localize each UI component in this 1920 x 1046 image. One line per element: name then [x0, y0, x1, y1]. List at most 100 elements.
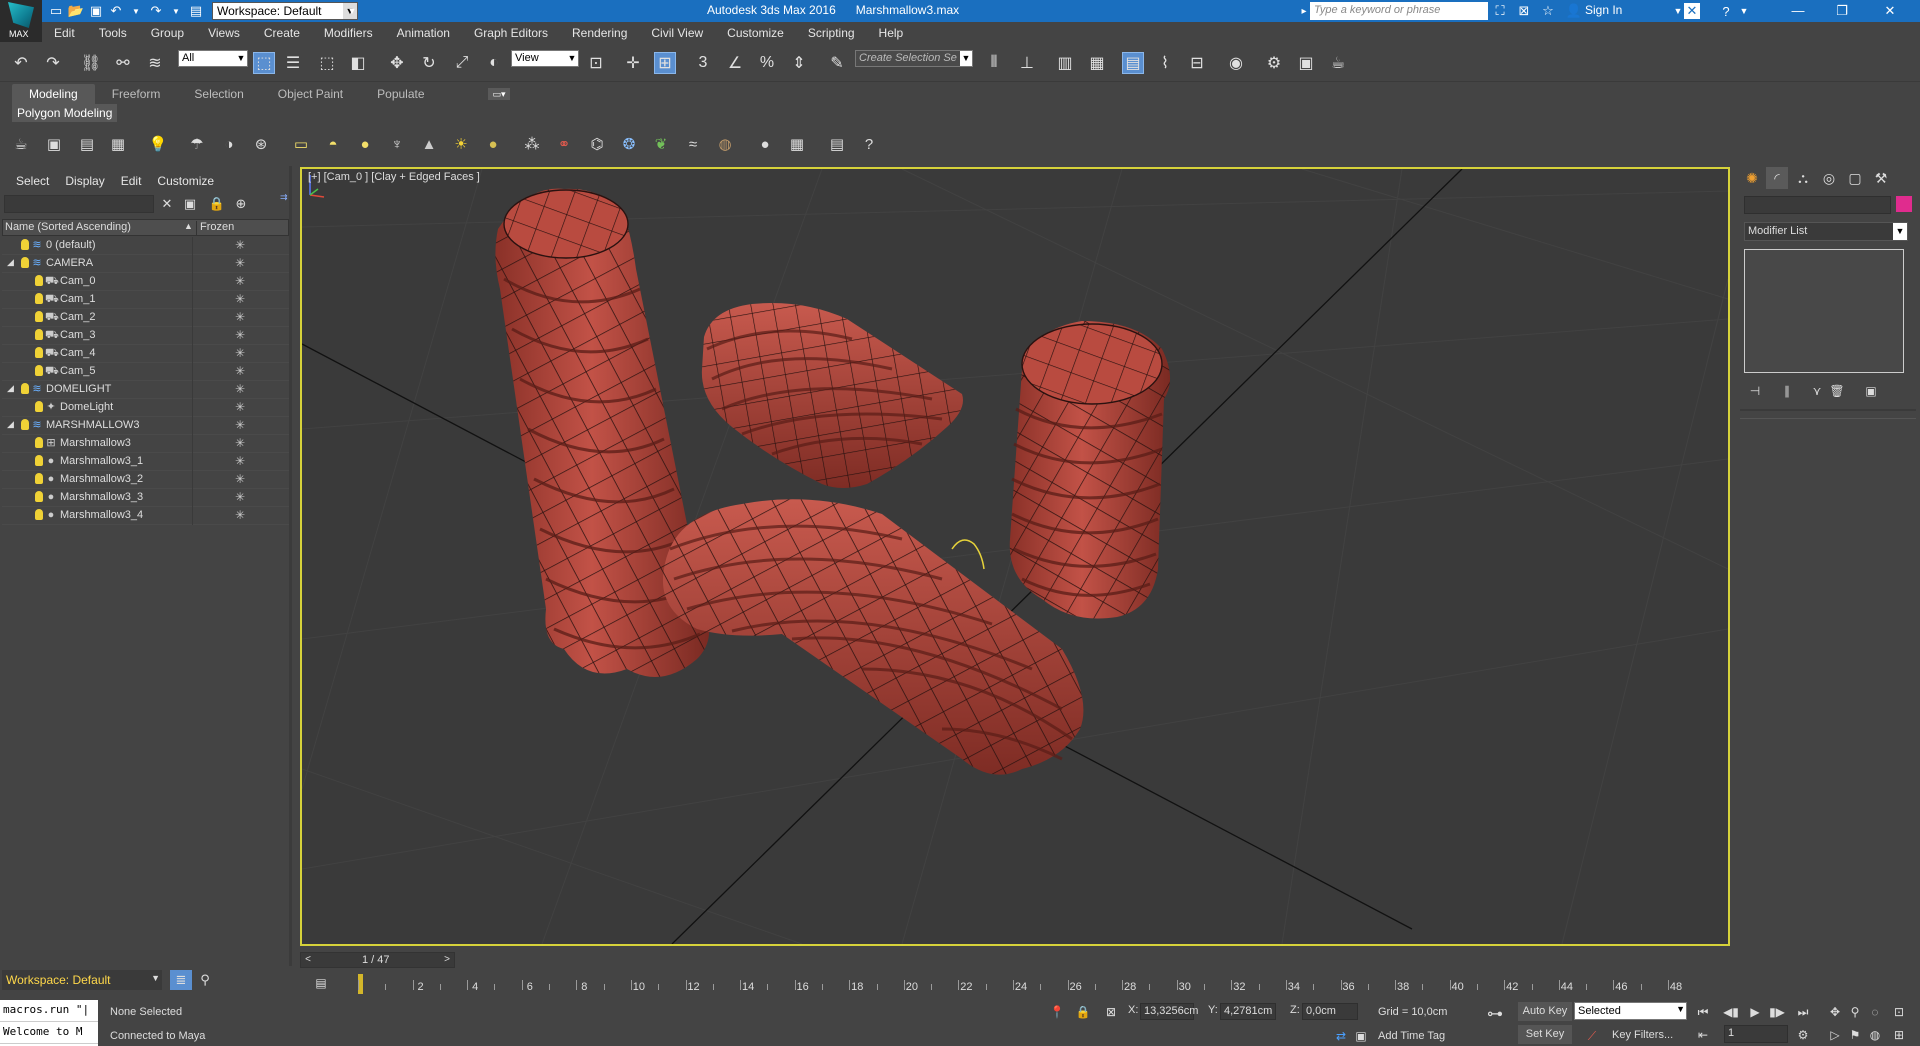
save-file-icon[interactable]: ▣: [88, 3, 104, 19]
column-frozen-header[interactable]: Frozen: [196, 221, 234, 236]
toggle-ribbon-icon[interactable]: ▦: [1086, 52, 1108, 74]
previous-key-icon[interactable]: ◀▮: [1722, 1003, 1740, 1021]
workspace-dropdown[interactable]: Workspace: Default ▼: [212, 2, 358, 20]
minimize-button[interactable]: —: [1778, 1, 1818, 21]
menu-scripting[interactable]: Scripting: [796, 22, 867, 44]
sphere-icon[interactable]: ●: [354, 133, 376, 155]
window-crossing-icon[interactable]: ◧: [347, 52, 369, 74]
pivot-center-icon[interactable]: ⊡: [585, 52, 607, 74]
unlink-icon[interactable]: ⚯: [112, 52, 134, 74]
scene-tree-row[interactable]: ◢ ≋ MARSHMALLOW3 ✳: [2, 417, 289, 435]
visibility-bulb-icon[interactable]: [35, 473, 43, 484]
motion-tab-icon[interactable]: ◎: [1818, 167, 1840, 189]
visibility-bulb-icon[interactable]: [35, 509, 43, 520]
geometry-network-icon[interactable]: ⌬: [586, 133, 608, 155]
display-tab-icon[interactable]: ▢: [1844, 167, 1866, 189]
freeze-toggle-icon[interactable]: ✳: [235, 400, 245, 414]
rendered-frame-window-icon[interactable]: ▣: [1295, 52, 1317, 74]
create-tab-icon[interactable]: ✺: [1741, 167, 1763, 189]
collapse-panel-icon[interactable]: ⇉: [280, 192, 288, 203]
modifier-stack[interactable]: [1744, 249, 1904, 373]
app-menu-button[interactable]: MAX: [0, 0, 42, 42]
scale-icon[interactable]: ⤢: [451, 52, 473, 74]
snaps-toggle-icon[interactable]: 3: [692, 52, 714, 74]
viewport-toggle-icon[interactable]: ▣: [1352, 1027, 1370, 1045]
maxscript-line-2[interactable]: Welcome to M: [0, 1022, 98, 1044]
help-dropdown-icon[interactable]: ▼: [1736, 3, 1752, 19]
scene-tree-row[interactable]: ⛟ Cam_0 ✳: [2, 273, 289, 291]
move-icon[interactable]: ✥: [386, 52, 408, 74]
material-editor-icon[interactable]: ◉: [1225, 52, 1247, 74]
undo-dropdown-icon[interactable]: ▼: [128, 3, 144, 19]
material-ball-icon[interactable]: ●: [754, 133, 776, 155]
scene-tree-row[interactable]: ● Marshmallow3_2 ✳: [2, 471, 289, 489]
scene-states-icon[interactable]: ▤: [76, 133, 98, 155]
scene-tree-row[interactable]: ⛟ Cam_5 ✳: [2, 363, 289, 381]
object-name-field[interactable]: [1744, 196, 1891, 214]
auto-key-button[interactable]: Auto Key: [1518, 1002, 1572, 1021]
viewport-label[interactable]: [+] [Cam_0 ] [Clay + Edged Faces ]: [308, 171, 480, 183]
maxscript-listener[interactable]: macros.run "| Welcome to M: [0, 1000, 98, 1046]
scene-tree-row[interactable]: ⊞ Marshmallow3 ✳: [2, 435, 289, 453]
curve-editor-icon[interactable]: ⌇: [1154, 52, 1176, 74]
expand-arrow-icon[interactable]: ◢: [7, 419, 14, 430]
keyboard-shortcut-override-icon[interactable]: ⊞: [654, 52, 676, 74]
selection-lock-icon[interactable]: 🔒: [1074, 1003, 1092, 1021]
select-object-icon[interactable]: ⬚: [253, 52, 275, 74]
shell-icon[interactable]: ◍: [714, 133, 736, 155]
cone-icon[interactable]: ▲: [418, 133, 440, 155]
walk-through-icon[interactable]: ⚑: [1846, 1026, 1864, 1044]
render-setup-icon[interactable]: ⚙: [1263, 52, 1285, 74]
next-frame-arrow-icon[interactable]: >: [441, 953, 453, 967]
maxscript-line-1[interactable]: macros.run "|: [0, 1000, 98, 1022]
se-menu-edit[interactable]: Edit: [105, 172, 142, 190]
scene-tree-row[interactable]: ⛟ Cam_2 ✳: [2, 309, 289, 327]
scene-tree-row[interactable]: ⛟ Cam_3 ✳: [2, 327, 289, 345]
menu-civil-view[interactable]: Civil View: [639, 22, 715, 44]
favorites-star-icon[interactable]: ☆: [1540, 3, 1556, 19]
time-configuration-icon[interactable]: ⚙: [1794, 1026, 1812, 1044]
hierarchy-tab-icon[interactable]: ⛬: [1792, 167, 1814, 189]
link-icon[interactable]: ⛓: [80, 52, 102, 74]
help-icon[interactable]: ?: [1718, 3, 1734, 19]
scene-tree-row[interactable]: ⛟ Cam_1 ✳: [2, 291, 289, 309]
current-frame-field[interactable]: 1: [1724, 1025, 1788, 1043]
menu-group[interactable]: Group: [139, 22, 196, 44]
tab-object-paint[interactable]: Object Paint: [261, 84, 360, 104]
key-selection-dropdown[interactable]: Selected ▼: [1574, 1002, 1687, 1020]
menu-create[interactable]: Create: [252, 22, 312, 44]
freeze-toggle-icon[interactable]: ✳: [235, 292, 245, 306]
visibility-bulb-icon[interactable]: [35, 275, 43, 286]
visibility-bulb-icon[interactable]: [35, 365, 43, 376]
visibility-bulb-icon[interactable]: [35, 455, 43, 466]
qat-customize-icon[interactable]: ▼: [344, 3, 360, 19]
layer-manager-icon[interactable]: ▥: [1054, 52, 1076, 74]
sun-icon[interactable]: ☀: [450, 133, 472, 155]
spinner-snap-icon[interactable]: ⇕: [788, 52, 810, 74]
sign-in-link[interactable]: Sign In: [1585, 3, 1622, 17]
isolate-selection-icon[interactable]: 📍: [1048, 1003, 1066, 1021]
color-clipboard-icon[interactable]: ◑: [218, 133, 240, 155]
pan-icon[interactable]: ✥: [1826, 1003, 1844, 1021]
menu-edit[interactable]: Edit: [42, 22, 87, 44]
teapot-icon[interactable]: ☕: [10, 133, 32, 155]
help-circle-icon[interactable]: ?: [858, 133, 880, 155]
align-icon[interactable]: ⊥: [1016, 52, 1038, 74]
grid-layout-icon[interactable]: ▦: [107, 133, 129, 155]
adaptive-degradation-icon[interactable]: ⇄: [1332, 1027, 1350, 1045]
track-bar[interactable]: 2 4 6 8 10 12 14 16 18 20 22 24 26 28 30 32 34 36 38 40 42 44…: [354, 972, 1684, 996]
freeze-toggle-icon[interactable]: ✳: [235, 472, 245, 486]
pin-stack-icon[interactable]: ⊣: [1746, 382, 1764, 400]
search-input[interactable]: Type a keyword or phrase: [1310, 2, 1488, 20]
binoculars-icon[interactable]: ⛶: [1492, 3, 1508, 19]
remove-modifier-icon[interactable]: 🗑: [1828, 382, 1846, 400]
visibility-bulb-icon[interactable]: [35, 293, 43, 304]
visibility-bulb-icon[interactable]: [21, 239, 29, 250]
scene-tree-row[interactable]: ◢ ≋ DOMELIGHT ✳: [2, 381, 289, 399]
menu-animation[interactable]: Animation: [385, 22, 462, 44]
menu-graph-editors[interactable]: Graph Editors: [462, 22, 560, 44]
redo-icon[interactable]: ↷: [148, 3, 164, 19]
field-of-view-icon[interactable]: ▷: [1826, 1026, 1844, 1044]
panel-splitter[interactable]: [289, 166, 292, 966]
open-mini-curve-editor-icon[interactable]: ▤: [312, 976, 330, 992]
